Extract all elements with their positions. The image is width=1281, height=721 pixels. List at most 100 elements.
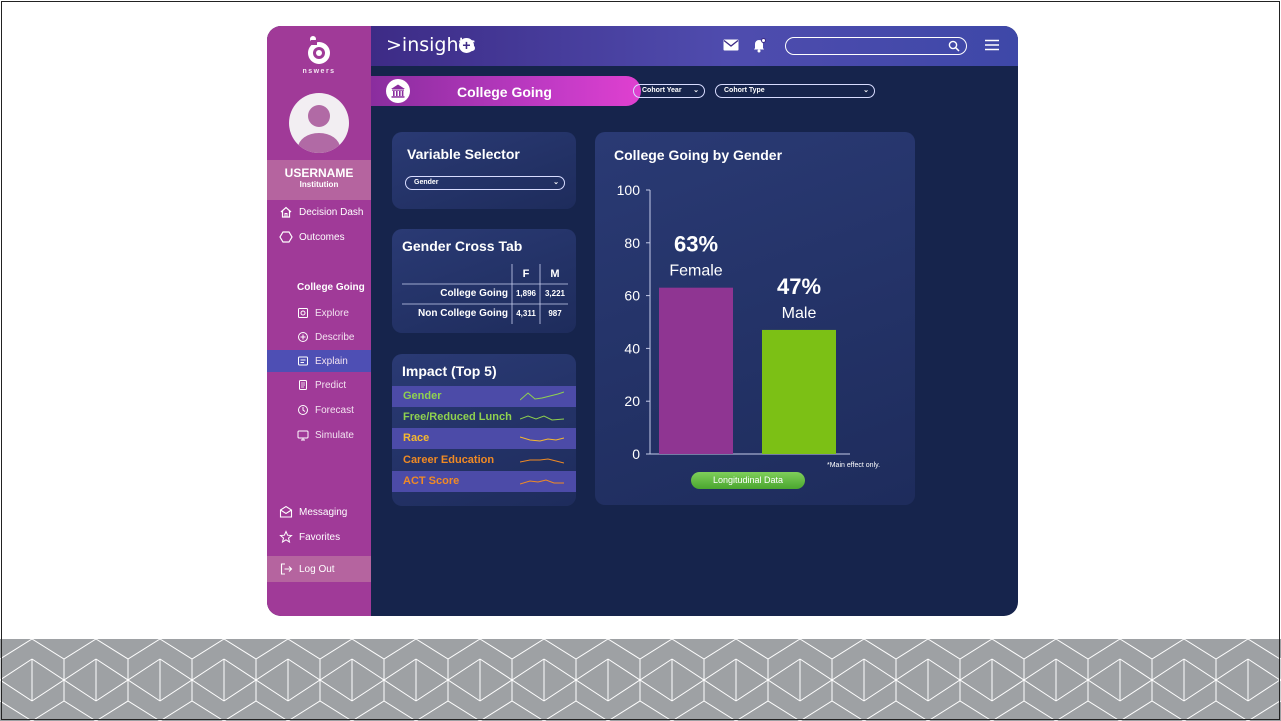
top-bar: >insights + — [371, 26, 1018, 66]
sidebar-item-favorites[interactable]: Favorites — [267, 525, 371, 549]
user-info: USERNAME Institution — [267, 160, 371, 200]
sidebar-item-label: Forecast — [315, 404, 354, 416]
variable-dropdown[interactable]: Gender ⌄ — [405, 176, 565, 190]
table-cell: 987 — [548, 309, 562, 318]
search-input[interactable] — [785, 37, 967, 55]
y-tick-label: 40 — [624, 340, 640, 356]
sidebar-item-label: Decision Dash — [299, 206, 364, 218]
sparkline — [520, 391, 564, 401]
sidebar-item-predict[interactable]: Predict — [267, 374, 371, 396]
panel-title: Impact (Top 5) — [402, 363, 497, 379]
search-icon[interactable] — [948, 40, 960, 52]
hamburger-menu-icon[interactable] — [985, 39, 999, 51]
sidebar-item-decision-dash[interactable]: Decision Dash — [267, 200, 371, 224]
table-row: College Going 1,896 3,221 — [400, 284, 570, 304]
chart-marks: 63% Female 47% Male — [659, 232, 836, 454]
column-header: M — [550, 268, 560, 280]
data-label: 63% — [674, 232, 718, 257]
logout-button[interactable]: Log Out — [267, 556, 371, 582]
dropdown-label: Cohort Year — [642, 87, 682, 94]
category-label: Female — [669, 263, 722, 280]
chevron-down-icon: ⌄ — [553, 179, 559, 186]
sidebar-item-label: Describe — [315, 331, 355, 343]
longitudinal-data-button[interactable]: Longitudinal Data — [691, 472, 805, 489]
sidebar-item-explore[interactable]: Explore — [267, 302, 371, 324]
sparkline — [520, 436, 564, 442]
predict-icon — [299, 380, 307, 390]
table-header-row: F M — [400, 264, 570, 284]
table-cell: 1,896 — [515, 289, 537, 298]
app-logo[interactable] — [267, 32, 371, 73]
y-tick-label: 100 — [617, 182, 641, 198]
table-cell: 3,221 — [544, 289, 566, 298]
sparkline — [520, 415, 564, 421]
row-label: College Going — [440, 288, 508, 299]
explore-icon — [298, 308, 308, 318]
messaging-icon — [279, 505, 293, 518]
sidebar-item-label: Outcomes — [299, 231, 345, 243]
cohort-type-dropdown[interactable]: Cohort Type ⌄ — [715, 84, 875, 98]
sidebar-item-label: Simulate — [315, 429, 354, 441]
impact-item-act-score[interactable]: ACT Score — [392, 471, 576, 492]
impact-item-race[interactable]: Race — [392, 428, 576, 449]
variable-selector-panel: Variable Selector Gender ⌄ — [392, 132, 576, 209]
chart-panel: College Going by Gender 0 20 40 60 80 100 63%… — [595, 132, 915, 505]
sidebar-item-label: Predict — [315, 379, 347, 391]
describe-icon — [298, 332, 308, 342]
sidebar: nswers USERNAME Institution Decision Das… — [267, 26, 371, 616]
hexagon-icon — [279, 231, 293, 243]
add-icon[interactable]: + — [459, 38, 474, 53]
data-label: 47% — [777, 274, 821, 299]
explain-icon — [298, 356, 308, 366]
impact-label: Gender — [403, 390, 442, 402]
sidebar-item-forecast[interactable]: Forecast — [267, 399, 371, 421]
sidebar-item-label: Explain — [315, 355, 348, 367]
sidebar-item-explain[interactable]: Explain — [267, 350, 371, 372]
y-tick-label: 0 — [632, 446, 640, 462]
impact-item-career-education[interactable]: Career Education — [392, 450, 576, 471]
sidebar-item-describe[interactable]: Describe — [267, 326, 371, 348]
bar-female — [659, 287, 733, 454]
panel-title: Variable Selector — [407, 146, 520, 162]
category-label: Male — [782, 305, 817, 322]
sidebar-item-label: Messaging — [299, 506, 348, 518]
chevron-down-icon: ⌄ — [693, 87, 699, 94]
logo-text: nswers — [302, 68, 336, 75]
star-icon — [279, 530, 293, 544]
sidebar-item-outcomes[interactable]: Outcomes — [267, 225, 371, 249]
impact-label: Career Education — [403, 454, 495, 466]
impact-label: ACT Score — [403, 475, 460, 487]
cohort-year-dropdown[interactable]: Cohort Year ⌄ — [633, 84, 705, 98]
mail-icon[interactable] — [723, 39, 739, 51]
y-tick-label: 60 — [624, 288, 640, 304]
y-tick-label: 80 — [624, 235, 640, 251]
table-cell: 4,311 — [516, 309, 536, 318]
table-row: Non College Going 4,311 987 — [400, 304, 570, 324]
avatar[interactable] — [289, 93, 349, 153]
page-banner: College Going — [371, 76, 641, 106]
sidebar-item-messaging[interactable]: Messaging — [267, 500, 371, 524]
simulate-icon — [297, 430, 309, 441]
sidebar-item-label: Explore — [315, 307, 349, 319]
y-tick-label: 20 — [624, 393, 640, 409]
chart-title: College Going by Gender — [614, 147, 783, 163]
bar-chart: College Going by Gender 0 20 40 60 80 100 63%… — [614, 147, 850, 462]
chart-footnote: *Main effect only. — [827, 462, 881, 469]
chevron-down-icon: ⌄ — [863, 87, 869, 94]
impact-item-lunch[interactable]: Free/Reduced Lunch — [392, 407, 576, 428]
page: nswers USERNAME Institution Decision Das… — [0, 0, 1281, 721]
page-title: College Going — [457, 84, 552, 100]
dropdown-value: Gender — [414, 179, 439, 186]
bell-icon[interactable] — [751, 37, 767, 53]
sparkline — [520, 479, 564, 485]
panel-title: Gender Cross Tab — [402, 238, 523, 254]
sparkline — [520, 458, 564, 464]
sidebar-item-simulate[interactable]: Simulate — [267, 424, 371, 446]
impact-panel: Impact (Top 5) Gender Free/Reduced Lunch… — [392, 354, 576, 506]
row-label: Non College Going — [418, 308, 508, 319]
decorative-pattern — [0, 639, 1281, 721]
logout-icon — [280, 563, 293, 575]
impact-item-gender[interactable]: Gender — [392, 386, 576, 407]
bar-male — [762, 329, 836, 454]
logo-icon — [308, 36, 330, 64]
